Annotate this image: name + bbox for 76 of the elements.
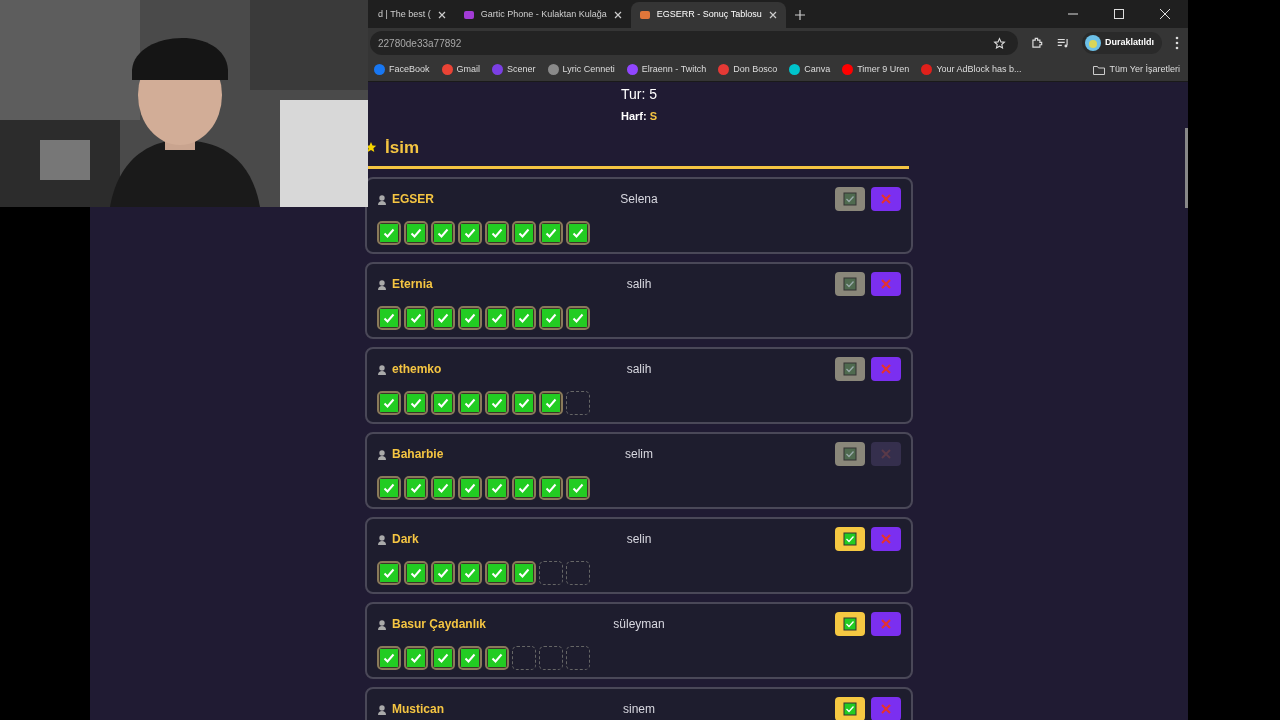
answer-text: salih — [626, 361, 652, 378]
close-icon — [880, 533, 892, 545]
answer-text: selin — [626, 531, 652, 548]
approve-button[interactable] — [835, 442, 865, 466]
checkbox-icon — [843, 447, 857, 461]
player-name: Eternia — [392, 276, 433, 293]
letter-label: Harf: S — [620, 109, 658, 124]
answer-text: Selena — [620, 191, 658, 208]
url-text: 22780de33a77892 — [378, 36, 463, 51]
close-icon — [880, 278, 892, 290]
checkbox-icon — [843, 617, 857, 631]
close-icon[interactable] — [436, 10, 447, 20]
close-icon — [880, 618, 892, 630]
bookmark-item[interactable]: Gmail — [441, 62, 481, 77]
profile-button[interactable]: Duraklatıldı — [1082, 32, 1162, 54]
bookmark-item[interactable]: Lyric Cenneti — [547, 62, 615, 77]
bookmark-item[interactable]: Your AdBlock has b... — [921, 62, 1022, 77]
approve-button[interactable] — [835, 697, 865, 720]
checkbox-icon — [843, 702, 857, 716]
user-icon — [377, 703, 387, 715]
approve-button[interactable] — [835, 187, 865, 211]
bookmark-folder[interactable]: Tüm Yer İşaretleri — [1093, 62, 1180, 77]
menu-icon[interactable] — [1174, 36, 1180, 50]
approve-button[interactable] — [835, 612, 865, 636]
user-icon — [377, 363, 387, 375]
bookmark-item[interactable]: FaceBook — [374, 62, 430, 77]
close-icon — [880, 193, 892, 205]
approve-button[interactable] — [835, 357, 865, 381]
round-label: Tur: 5 — [620, 85, 657, 104]
player-name: Baharbie — [392, 446, 444, 463]
close-icon[interactable] — [767, 10, 778, 20]
avatar-icon — [1085, 35, 1101, 51]
player-name: ethemko — [392, 361, 442, 378]
extensions-icon[interactable] — [1030, 36, 1044, 50]
answer-text: salih — [626, 276, 652, 293]
category-heading: İsim — [385, 136, 420, 159]
tab-favicon-icon — [638, 9, 651, 21]
browser-tab[interactable]: Gartic Phone - Kulaktan Kulağa — [454, 2, 631, 28]
folder-icon — [1093, 64, 1106, 75]
media-icon[interactable] — [1056, 36, 1070, 50]
browser-tab[interactable]: EGSERR - Sonuç Tablosu — [630, 2, 786, 28]
checkbox-icon — [843, 362, 857, 376]
bookmark-item[interactable]: Timer 9 Uren — [842, 62, 910, 77]
player-name: Mustican — [392, 701, 444, 718]
close-icon[interactable] — [1157, 8, 1173, 20]
close-icon — [880, 363, 892, 375]
checkbox-icon — [843, 192, 857, 206]
tab-favicon-icon — [462, 9, 475, 21]
bookmark-item[interactable]: Scener — [492, 62, 536, 77]
player-name: Dark — [392, 531, 419, 548]
checkbox-icon — [843, 532, 857, 546]
browser-tab[interactable]: d | The best ( — [370, 2, 455, 28]
address-bar[interactable]: 22780de33a77892 — [370, 31, 1018, 55]
scrollbar-thumb[interactable] — [1185, 128, 1188, 208]
user-icon — [377, 193, 387, 205]
player-name: Basur Çaydanlık — [392, 616, 487, 633]
bookmark-item[interactable]: Don Bosco — [718, 62, 778, 77]
answer-text: selim — [625, 446, 653, 463]
new-tab-icon[interactable] — [793, 9, 806, 21]
answer-text: sinem — [623, 701, 655, 718]
answer-text: süleyman — [613, 616, 665, 633]
approve-button[interactable] — [835, 272, 865, 296]
bookmark-item[interactable]: Canva — [789, 62, 831, 77]
maximize-icon[interactable] — [1111, 8, 1127, 20]
checkbox-icon — [843, 277, 857, 291]
user-icon — [377, 533, 387, 545]
user-icon — [377, 448, 387, 460]
player-name: EGSER — [392, 191, 434, 208]
star-icon[interactable] — [993, 36, 1006, 50]
bookmark-item[interactable]: Elraenn - Twitch — [626, 62, 707, 77]
user-icon — [377, 618, 387, 630]
close-icon — [880, 448, 892, 460]
user-icon — [377, 278, 387, 290]
close-icon[interactable] — [612, 10, 623, 20]
close-icon — [880, 703, 892, 715]
approve-button[interactable] — [835, 527, 865, 551]
